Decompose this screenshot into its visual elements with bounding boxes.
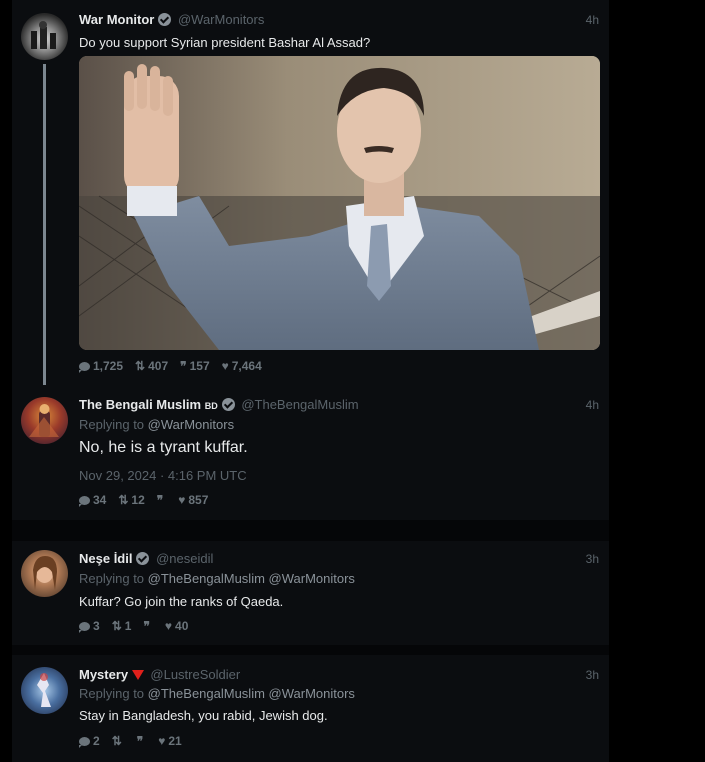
reply-button[interactable]: 2 xyxy=(79,734,100,748)
tweet-stats: 3 ⇅ 1 ❞ ♥ 40 xyxy=(79,619,188,633)
avatar[interactable] xyxy=(21,13,68,60)
heart-icon: ♥ xyxy=(158,734,166,748)
reply-bubble-icon xyxy=(79,361,90,373)
tweet-header: Neşe İdil @neseidil 3h xyxy=(79,550,599,568)
verified-badge-icon xyxy=(158,13,172,26)
reply-count: 2 xyxy=(93,734,100,748)
country-tag: BD xyxy=(204,401,218,411)
reply-button[interactable]: 34 xyxy=(79,493,106,507)
retweet-icon: ⇅ xyxy=(111,619,122,633)
user-handle[interactable]: @LustreSoldier xyxy=(150,667,240,682)
replying-prefix: Replying to xyxy=(79,571,145,586)
avatar[interactable] xyxy=(21,550,68,597)
retweet-icon: ⇅ xyxy=(118,493,129,507)
retweet-button[interactable]: ⇅ 1 xyxy=(112,619,132,633)
mention-link[interactable]: @TheBengalMuslim @WarMonitors xyxy=(148,686,355,701)
replying-to: Replying to @WarMonitors xyxy=(79,417,234,432)
user-handle[interactable]: @TheBengalMuslim xyxy=(241,397,358,412)
avatar-image xyxy=(29,404,59,437)
replying-to: Replying to @TheBengalMuslim @WarMonitor… xyxy=(79,686,355,701)
like-count: 21 xyxy=(168,734,182,748)
retweet-count: 12 xyxy=(131,493,145,507)
tweet-header: Mystery @LustreSoldier 3h xyxy=(79,666,599,684)
tweet-time[interactable]: 3h xyxy=(586,550,599,568)
heart-icon: ♥ xyxy=(178,493,186,507)
verified-badge-icon xyxy=(221,398,235,411)
quote-icon: ❞ xyxy=(180,359,187,373)
heart-icon: ♥ xyxy=(164,619,173,633)
retweet-icon: ⇅ xyxy=(111,734,122,748)
tweet-stats: 34 ⇅ 12 ❞ ♥ 857 xyxy=(79,493,208,507)
photo-image xyxy=(79,56,600,350)
tweet-header: War Monitor @WarMonitors 4h xyxy=(79,11,599,29)
quote-button[interactable]: ❞ xyxy=(137,734,146,748)
quote-icon: ❞ xyxy=(136,734,144,748)
main-tweet[interactable]: War Monitor @WarMonitors 4h Do you suppo… xyxy=(12,0,609,393)
reply-bubble-icon xyxy=(79,621,90,633)
retweet-count: 1 xyxy=(124,619,132,633)
avatar[interactable] xyxy=(21,667,68,714)
tweet-text: Kuffar? Go join the ranks of Qaeda. xyxy=(79,594,284,609)
tweet-text: Do you support Syrian president Bashar A… xyxy=(79,35,371,50)
reply-button[interactable]: 1,725 xyxy=(79,359,123,373)
verified-badge-icon xyxy=(136,552,150,565)
like-count: 7,464 xyxy=(231,359,262,373)
display-name[interactable]: The Bengali Muslim xyxy=(79,397,201,412)
reply-count: 1,725 xyxy=(93,359,124,373)
replying-to: Replying to @TheBengalMuslim @WarMonitor… xyxy=(79,571,355,586)
like-button[interactable]: ♥ 7,464 xyxy=(222,359,262,373)
like-button[interactable]: ♥ 21 xyxy=(158,734,181,748)
tweet-text: Stay in Bangladesh, you rabid, Jewish do… xyxy=(79,708,328,723)
tweet-stats: 2 ⇅ ❞ ♥ 21 xyxy=(79,734,182,748)
avatar-image xyxy=(37,673,51,707)
tweet-date[interactable]: Nov 29, 2024 · 4:16 PM UTC xyxy=(79,468,247,483)
quote-icon: ❞ xyxy=(143,619,150,633)
tweet-photo[interactable] xyxy=(79,56,600,350)
like-count: 857 xyxy=(188,493,209,507)
retweet-button[interactable]: ⇅ 407 xyxy=(135,359,168,373)
reply-tweet[interactable]: Neşe İdil @neseidil 3h Replying to @TheB… xyxy=(12,541,609,645)
quote-button[interactable]: ❞ 157 xyxy=(180,359,210,373)
tweet-time[interactable]: 4h xyxy=(586,11,599,29)
avatar-image xyxy=(33,556,57,590)
reply-tweet[interactable]: Mystery @LustreSoldier 3h Replying to @T… xyxy=(12,655,609,762)
heart-icon: ♥ xyxy=(221,359,229,373)
user-handle[interactable]: @WarMonitors xyxy=(178,12,264,27)
user-handle[interactable]: @neseidil xyxy=(156,551,213,566)
reply-count: 3 xyxy=(93,619,100,633)
tweet-header: The Bengali Muslim BD @TheBengalMuslim 4… xyxy=(79,396,599,414)
mention-link[interactable]: @TheBengalMuslim @WarMonitors xyxy=(148,571,355,586)
replying-prefix: Replying to xyxy=(79,686,145,701)
quote-count: 157 xyxy=(189,359,210,373)
retweet-count: 407 xyxy=(148,359,169,373)
display-name[interactable]: Neşe İdil xyxy=(79,551,132,566)
like-button[interactable]: ♥ 857 xyxy=(178,493,208,507)
tweet-stats: 1,725 ⇅ 407 ❞ 157 ♥ 7,464 xyxy=(79,359,262,373)
retweet-button[interactable]: ⇅ xyxy=(112,734,125,748)
retweet-icon: ⇅ xyxy=(135,359,146,373)
reply-bubble-icon xyxy=(79,495,90,507)
quote-button[interactable]: ❞ xyxy=(143,619,152,633)
tweet-time[interactable]: 4h xyxy=(586,396,599,414)
reply-tweet[interactable]: The Bengali Muslim BD @TheBengalMuslim 4… xyxy=(12,385,609,520)
quote-icon: ❞ xyxy=(156,493,164,507)
like-count: 40 xyxy=(175,619,189,633)
red-triangle-icon xyxy=(131,670,144,680)
avatar-image xyxy=(31,21,56,49)
thread-line xyxy=(43,64,46,393)
tweet-text: No, he is a tyrant kuffar. xyxy=(79,439,248,456)
avatar[interactable] xyxy=(21,397,68,444)
display-name[interactable]: War Monitor xyxy=(79,12,154,27)
display-name[interactable]: Mystery xyxy=(79,667,128,682)
tweet-time[interactable]: 3h xyxy=(586,666,599,684)
reply-button[interactable]: 3 xyxy=(79,619,100,633)
like-button[interactable]: ♥ 40 xyxy=(165,619,188,633)
retweet-button[interactable]: ⇅ 12 xyxy=(118,493,144,507)
replying-prefix: Replying to xyxy=(79,417,145,432)
mention-link[interactable]: @WarMonitors xyxy=(148,417,234,432)
reply-bubble-icon xyxy=(79,736,90,748)
quote-button[interactable]: ❞ xyxy=(157,493,166,507)
reply-count: 34 xyxy=(93,493,107,507)
